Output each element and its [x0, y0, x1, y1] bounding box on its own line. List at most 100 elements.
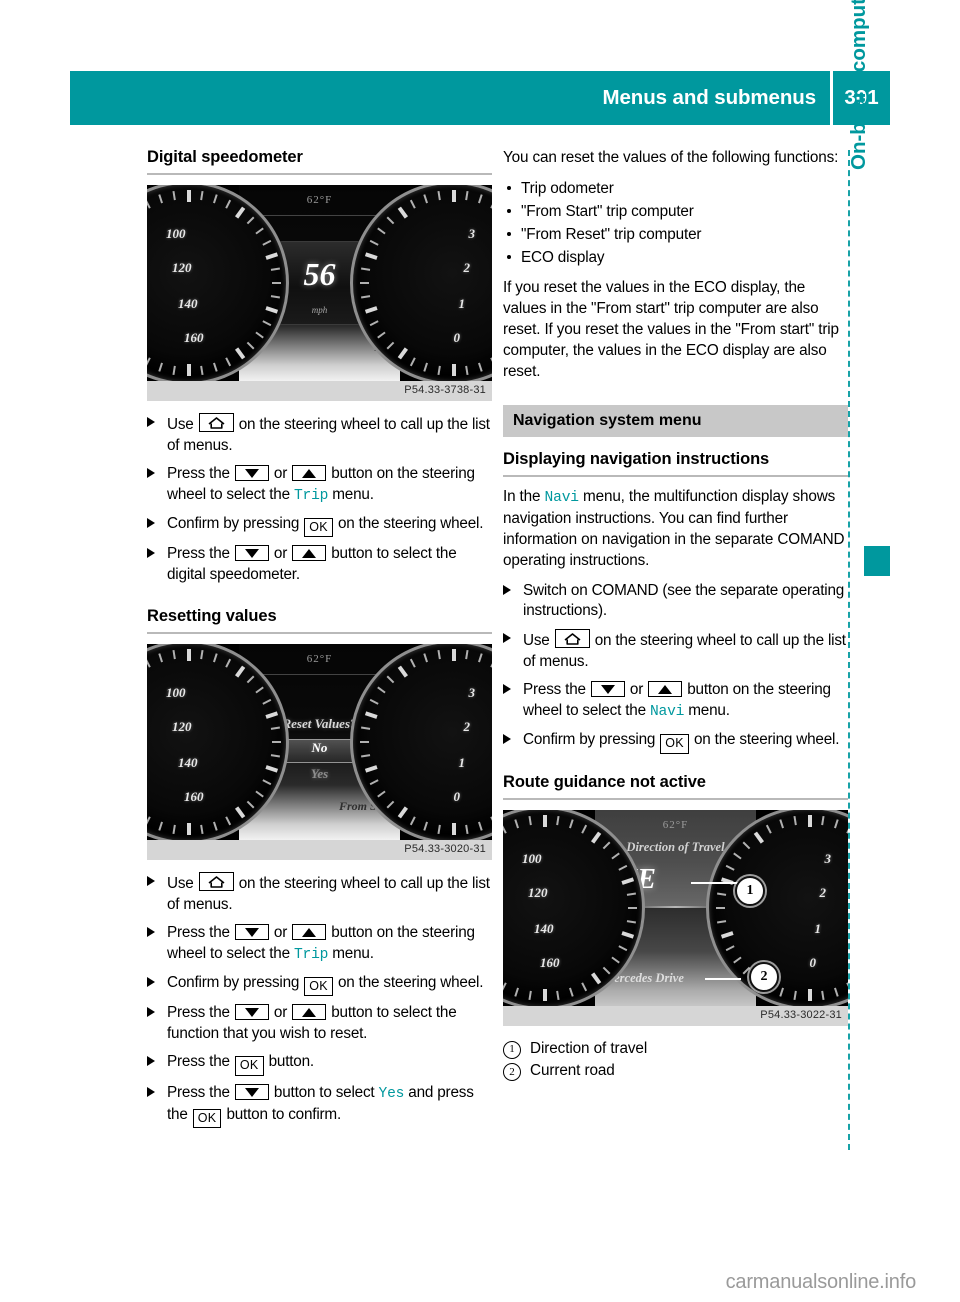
dial-ticks [147, 185, 286, 381]
dial-number: 2 [819, 884, 827, 900]
instruction-step: Use on the steering wheel to call up the… [147, 412, 492, 457]
dial-number: 3 [468, 684, 476, 700]
dial-ticks [353, 644, 492, 840]
legend-item: 1 Direction of travel [503, 1038, 848, 1061]
dial-number: 140 [178, 754, 198, 770]
home-icon [198, 412, 234, 432]
dial-number: 100 [522, 850, 542, 866]
instruction-step: Press the or button to select the functi… [147, 1003, 492, 1045]
instruction-step: Use on the steering wheel to call up the… [503, 629, 848, 673]
steps-resetting-values: Use on the steering wheel to call up the… [147, 871, 492, 1129]
dial-number: 3 [824, 850, 832, 866]
figure-caption-3: P54.33-3022-31 [760, 1008, 842, 1021]
list-item: "From Start" trip computer [503, 201, 848, 223]
heading-rule [147, 172, 492, 175]
list-item: Trip odometer [503, 178, 848, 200]
instruction-step: Press the OK button. [147, 1052, 492, 1076]
instruction-step: Press the button to select Yes and press… [147, 1083, 492, 1129]
reset-function-list: Trip odometer "From Start" trip computer "… [503, 178, 848, 270]
gauge-image-3: 62°F Direction of Travel NE Mercedes Dri… [503, 809, 848, 1006]
legend-number-icon: 2 [503, 1063, 521, 1082]
instruction-step: Confirm by pressing OK on the steering w… [147, 514, 492, 538]
arrow-up-icon [292, 923, 327, 940]
dial-number: 1 [458, 754, 466, 770]
watermark: carmanualsonline.info [725, 1271, 917, 1293]
speedometer-dial: 100 120 140 160 [147, 184, 289, 381]
arrow-down-icon [234, 923, 269, 940]
arrow-up-icon [292, 1004, 327, 1021]
instruction-step: Switch on COMAND (see the separate opera… [503, 581, 848, 623]
heading-resetting-values: Resetting values [147, 607, 277, 626]
ok-button-icon: OK [304, 517, 333, 538]
ok-button-icon: OK [234, 1056, 264, 1076]
steps-navigation: Switch on COMAND (see the separate opera… [503, 581, 848, 754]
step-arrow-icon [503, 633, 511, 644]
instruction-step: Confirm by pressing OK on the steering w… [147, 973, 492, 997]
heading-route-guidance-not-active: Route guidance not active [503, 772, 706, 791]
dial-number: 1 [814, 920, 822, 936]
instruction-step: Press the or button on the steering whee… [147, 923, 492, 966]
ok-button-icon: OK [192, 1108, 222, 1129]
bullet-icon [507, 208, 511, 213]
dial-ticks [147, 644, 286, 840]
menu-name: Trip [293, 946, 329, 963]
arrow-down-icon [234, 1083, 269, 1100]
home-icon [554, 629, 590, 649]
list-item: ECO display [503, 247, 848, 269]
dial-ticks [353, 185, 492, 381]
steps-digital-speedometer: Use on the steering wheel to call up the… [147, 412, 492, 586]
chapter-side-tab-label: On-board computer and displays [847, 0, 870, 170]
dial-number: 100 [166, 225, 186, 241]
step-arrow-icon [147, 548, 155, 559]
dial-number: 140 [534, 920, 554, 936]
figure-caption-2: P54.33-3020-31 [404, 842, 486, 855]
step-arrow-icon [503, 684, 511, 695]
step-arrow-icon [147, 1056, 155, 1067]
heading-digital-speedometer: Digital speedometer [147, 148, 303, 166]
step-arrow-icon [147, 467, 155, 478]
chapter-side-tab-marker [864, 546, 890, 576]
menu-name: Yes [378, 1085, 405, 1102]
dial-number: 2 [463, 718, 471, 734]
header-title-bar: Menus and submenus [70, 71, 830, 125]
arrow-up-icon [648, 681, 683, 698]
menu-name: Trip [293, 487, 329, 504]
dial-number: 1 [458, 295, 466, 311]
gauge-image-1: 62°F 56 mph Trip 100120140160 3210 [147, 184, 492, 381]
figure-route-guidance: 62°F Direction of Travel NE Mercedes Dri… [503, 809, 848, 1026]
dial-number: 0 [453, 788, 461, 804]
left-column: Digital speedometer 62°F 56 mph Trip 100… [147, 148, 492, 1135]
legend-number-icon: 1 [503, 1040, 521, 1059]
section-heading-navigation-system-menu: Navigation system menu [503, 405, 848, 438]
dial-number: 140 [178, 295, 198, 311]
bullet-icon [507, 232, 511, 237]
arrow-down-icon [590, 681, 625, 698]
callout-1-leader [691, 881, 739, 884]
speedometer-dial: 100 120 140 160 [147, 643, 289, 840]
callout-2: 2 [749, 961, 779, 992]
callout-2-leader [705, 977, 741, 980]
navigation-intro-paragraph: In the Navi menu, the multifunction disp… [503, 488, 845, 569]
step-arrow-icon [147, 1086, 155, 1097]
page-header: Menus and submenus 301 [70, 71, 890, 125]
menu-name: Navi [649, 704, 685, 721]
step-arrow-icon [147, 976, 155, 987]
instruction-step: Use on the steering wheel to call up the… [147, 871, 492, 916]
dial-number: 160 [184, 788, 204, 804]
right-column: You can reset the values of the followin… [503, 148, 848, 1083]
callout-1: 1 [735, 875, 765, 906]
ok-button-icon: OK [660, 734, 689, 754]
step-arrow-icon [147, 875, 155, 886]
dial-number: 120 [172, 718, 192, 734]
arrow-up-icon [292, 464, 327, 481]
menu-name: Navi [544, 490, 579, 507]
bullet-icon [507, 255, 511, 260]
figure-caption-1: P54.33-3738-31 [404, 383, 486, 396]
step-arrow-icon [503, 734, 511, 745]
dial-number: 100 [166, 684, 186, 700]
heading-rule [147, 631, 492, 634]
dial-number: 160 [184, 329, 204, 345]
list-item: "From Reset" trip computer [503, 224, 848, 246]
step-arrow-icon [147, 517, 155, 528]
reset-intro-paragraph: You can reset the values of the followin… [503, 149, 839, 166]
